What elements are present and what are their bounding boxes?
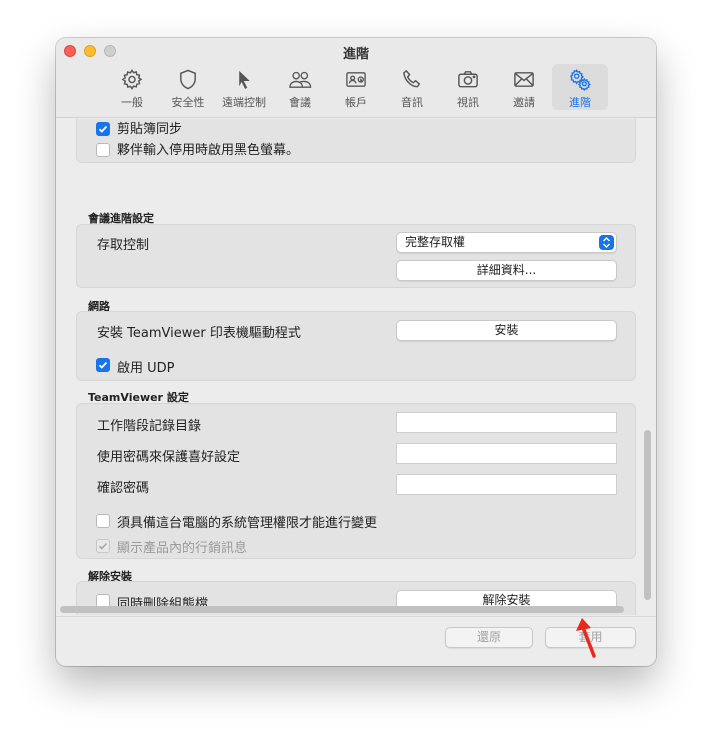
footer-bar: 還原 套用 xyxy=(56,616,656,666)
tab-meeting[interactable]: 會議 xyxy=(272,64,328,110)
admin-rights-checkbox[interactable] xyxy=(96,514,110,528)
install-printer-driver-button[interactable]: 安裝 xyxy=(396,320,617,341)
tab-video[interactable]: 視訊 xyxy=(440,64,496,110)
password-input[interactable] xyxy=(396,443,617,464)
title-bar: 進階 一般 安全性 遠端控制 會議 帳戶 音訊 視訊 邀請 進階 xyxy=(56,38,656,118)
preferences-window: 進階 一般 安全性 遠端控制 會議 帳戶 音訊 視訊 邀請 進階 剪貼簿同步 夥… xyxy=(56,38,656,666)
gears-icon xyxy=(570,68,591,91)
admin-rights-label: 須具備這台電腦的系統管理權限才能進行變更 xyxy=(117,516,378,531)
tab-audio[interactable]: 音訊 xyxy=(384,64,440,110)
log-directory-label: 工作階段記錄目錄 xyxy=(97,419,202,434)
meeting-advanced-group: 存取控制 完整存取權 詳細資料... xyxy=(76,224,636,288)
cursor-icon xyxy=(239,70,250,89)
checkmark-icon xyxy=(98,125,108,133)
tab-general[interactable]: 一般 xyxy=(104,64,160,110)
tab-account-label: 帳戶 xyxy=(345,96,367,109)
tab-advanced-label: 進階 xyxy=(569,96,591,109)
network-group: 安裝 TeamViewer 印表機驅動程式 安裝 啟用 UDP xyxy=(76,311,636,381)
access-control-select[interactable]: 完整存取權 xyxy=(396,232,617,253)
teamviewer-settings-group: 工作階段記錄目錄 使用密碼來保護喜好設定 確認密碼 須具備這台電腦的系統管理權限… xyxy=(76,403,636,559)
clipboard-sync-checkbox[interactable] xyxy=(96,122,110,136)
tab-security-label: 安全性 xyxy=(171,96,205,109)
phone-icon xyxy=(403,69,421,88)
tab-general-label: 一般 xyxy=(121,96,143,109)
tab-meeting-label: 會議 xyxy=(289,96,311,109)
tab-invite[interactable]: 邀請 xyxy=(496,64,552,110)
display-options-group: 剪貼簿同步 夥伴輸入停用時啟用黑色螢幕。 xyxy=(76,119,636,163)
enable-udp-label: 啟用 UDP xyxy=(117,361,175,376)
tab-audio-label: 音訊 xyxy=(401,96,423,109)
checkmark-icon xyxy=(98,542,108,550)
id-card-icon xyxy=(346,72,366,87)
tab-security[interactable]: 安全性 xyxy=(160,64,216,110)
marketing-messages-checkbox xyxy=(96,539,110,553)
checkmark-icon xyxy=(98,361,108,369)
clipboard-sync-label: 剪貼簿同步 xyxy=(117,122,183,137)
camera-icon xyxy=(458,71,478,88)
tab-remote-control-label: 遠端控制 xyxy=(222,96,266,109)
shield-icon xyxy=(180,69,196,90)
black-screen-label: 夥伴輸入停用時啟用黑色螢幕。 xyxy=(117,143,300,158)
annotation-arrow-icon xyxy=(576,618,596,658)
people-icon xyxy=(289,71,312,88)
window-title: 進階 xyxy=(342,47,369,62)
access-control-label: 存取控制 xyxy=(97,238,150,253)
select-stepper-icon xyxy=(599,235,614,250)
confirm-password-input[interactable] xyxy=(396,474,617,495)
confirm-password-label: 確認密碼 xyxy=(97,481,150,496)
gear-icon xyxy=(121,69,143,90)
envelope-icon xyxy=(514,72,534,87)
tab-video-label: 視訊 xyxy=(457,96,479,109)
enable-udp-checkbox[interactable] xyxy=(96,358,110,372)
marketing-messages-label: 顯示產品內的行銷訊息 xyxy=(117,541,248,556)
password-protect-label: 使用密碼來保護喜好設定 xyxy=(97,450,241,465)
tab-advanced[interactable]: 進階 xyxy=(552,64,608,110)
revert-button[interactable]: 還原 xyxy=(445,627,533,648)
printer-driver-label: 安裝 TeamViewer 印表機驅動程式 xyxy=(97,326,301,341)
access-control-value: 完整存取權 xyxy=(405,235,466,249)
tab-remote-control[interactable]: 遠端控制 xyxy=(216,64,272,110)
vertical-scrollbar[interactable] xyxy=(644,430,651,600)
tab-account[interactable]: 帳戶 xyxy=(328,64,384,110)
horizontal-scrollbar[interactable] xyxy=(60,606,624,613)
black-screen-checkbox[interactable] xyxy=(96,143,110,157)
details-button[interactable]: 詳細資料... xyxy=(396,260,617,281)
preferences-toolbar: 一般 安全性 遠端控制 會議 帳戶 音訊 視訊 邀請 進階 xyxy=(104,64,608,114)
settings-content[interactable]: 剪貼簿同步 夥伴輸入停用時啟用黑色螢幕。 會議進階設定 存取控制 完整存取權 詳… xyxy=(56,119,656,615)
log-directory-input[interactable] xyxy=(396,412,617,433)
tab-invite-label: 邀請 xyxy=(513,96,535,109)
